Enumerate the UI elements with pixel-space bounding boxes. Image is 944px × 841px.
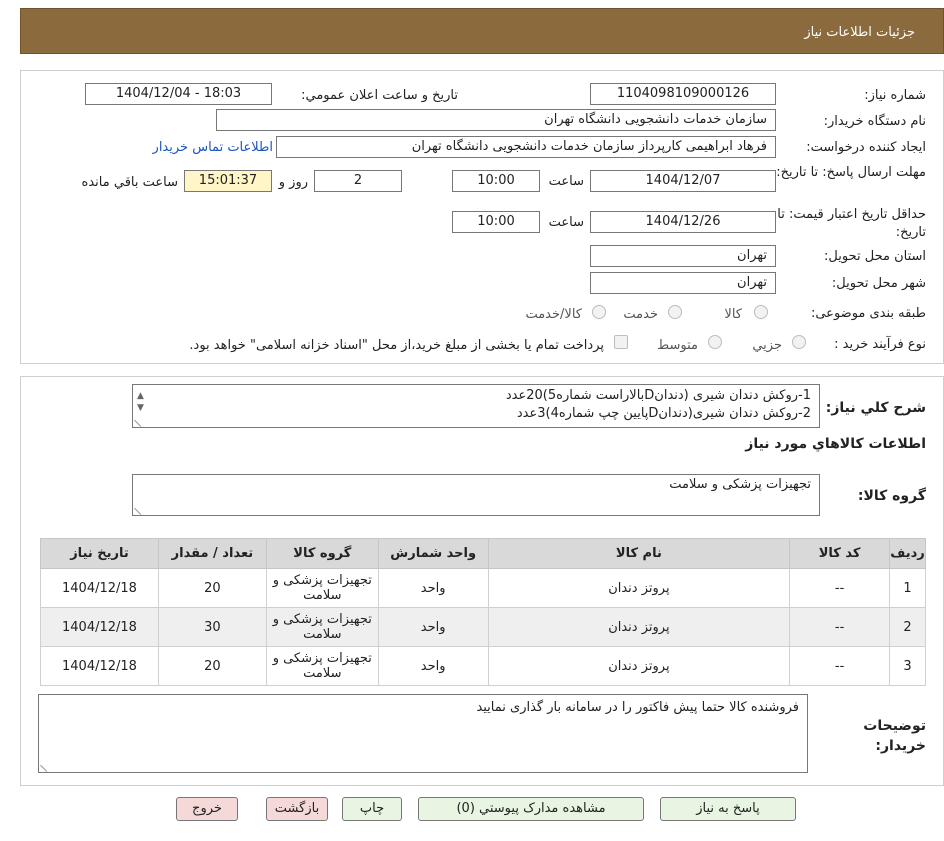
- cell-group: تجهیزات پزشکی و سلامت: [265, 607, 379, 647]
- items-table-wrap: رديف کد کالا نام کالا واحد شمارش گروه کا…: [40, 538, 926, 686]
- category-option-service: خدمت: [623, 307, 658, 322]
- city-label: شهر محل تحويل:: [831, 276, 926, 291]
- summary-line-1: 1-روکش دندان شیری (دندانDبالاراست شماره5…: [505, 388, 811, 403]
- cell-quantity: 20: [157, 646, 267, 686]
- col-code: کد کالا: [789, 538, 891, 569]
- category-option-goods: کالا: [724, 307, 742, 322]
- validity-time-label: ساعت: [548, 215, 584, 230]
- province-field: تهران: [590, 245, 776, 267]
- goods-group-value: تجهیزات پزشکی و سلامت: [669, 477, 811, 492]
- cell-unit: واحد: [377, 607, 489, 647]
- col-quantity: تعداد / مقدار: [157, 538, 267, 569]
- back-button[interactable]: بازگشت: [266, 797, 328, 821]
- table-row: 1 -- پروتز دندان واحد تجهیزات پزشکی و سل…: [40, 568, 926, 608]
- goods-group-label: گروه کالا:: [857, 488, 926, 504]
- table-row: 2 -- پروتز دندان واحد تجهیزات پزشکی و سل…: [40, 607, 926, 647]
- deadline-time-label: ساعت: [548, 174, 584, 189]
- reply-button[interactable]: پاسخ به نياز: [660, 797, 796, 821]
- cell-unit: واحد: [377, 568, 489, 608]
- province-label: استان محل تحويل:: [824, 249, 926, 264]
- requester-field: فرهاد ابراهیمی کارپرداز سازمان خدمات دان…: [276, 136, 776, 158]
- requester-label: ايجاد کننده درخواست:: [806, 140, 926, 155]
- cell-unit: واحد: [377, 646, 489, 686]
- remaining-label: ساعت باقي مانده: [81, 175, 178, 190]
- validity-date-field: 1404/12/26: [590, 211, 776, 233]
- buyer-org-field: سازمان خدمات دانشجویی دانشگاه تهران: [216, 109, 776, 131]
- city-field: تهران: [590, 272, 776, 294]
- print-button[interactable]: چاپ: [342, 797, 402, 821]
- process-option-medium: متوسط: [657, 338, 698, 353]
- cell-name: پروتز دندان: [487, 646, 791, 686]
- process-radio-minor[interactable]: [792, 335, 806, 349]
- col-row: رديف: [889, 538, 926, 569]
- cell-quantity: 30: [157, 607, 267, 647]
- cell-code: --: [789, 568, 891, 608]
- cell-date: 1404/12/18: [40, 646, 159, 686]
- view-attachments-button[interactable]: مشاهده مدارک پيوستي (0): [418, 797, 644, 821]
- days-label: روز و: [278, 175, 308, 190]
- deadline-label: مهلت ارسال پاسخ: تا تاريخ:: [776, 165, 926, 180]
- days-field: 2: [314, 170, 402, 192]
- cell-date: 1404/12/18: [40, 568, 159, 608]
- page-header: جزئيات اطلاعات نياز: [20, 8, 944, 54]
- cell-name: پروتز دندان: [487, 568, 791, 608]
- exit-button[interactable]: خروج: [176, 797, 238, 821]
- cell-row: 1: [889, 568, 926, 608]
- need-number-field: 1104098109000126: [590, 83, 776, 105]
- cell-group: تجهیزات پزشکی و سلامت: [265, 568, 379, 608]
- summary-label: شرح کلي نياز:: [825, 400, 926, 416]
- page-title: جزئيات اطلاعات نياز: [804, 25, 915, 40]
- validity-label: حداقل تاريخ اعتبار قيمت: تا تاريخ:: [777, 207, 926, 240]
- buyer-notes-value: فروشنده کالا حتما پیش فاکتور را در سامان…: [476, 700, 799, 715]
- summary-line-2: 2-روکش دندان شیری(دندانDپایین چپ شماره4)…: [516, 406, 811, 421]
- process-option-minor: جزيي: [752, 338, 782, 353]
- buyer-contact-link[interactable]: اطلاعات تماس خريدار: [153, 140, 273, 155]
- cell-date: 1404/12/18: [40, 607, 159, 647]
- validity-time-field: 10:00: [452, 211, 540, 233]
- category-radio-goods[interactable]: [754, 305, 768, 319]
- items-table: رديف کد کالا نام کالا واحد شمارش گروه کا…: [40, 538, 926, 686]
- cell-code: --: [789, 646, 891, 686]
- deadline-date-field: 1404/12/07: [590, 170, 776, 192]
- cell-row: 3: [889, 646, 926, 686]
- announce-label: تاريخ و ساعت اعلان عمومي:: [301, 88, 458, 103]
- col-unit: واحد شمارش: [377, 538, 489, 569]
- category-label: طبقه بندی موضوعی:: [810, 306, 926, 321]
- buyer-notes-label: توضيحات خريدار:: [863, 718, 926, 754]
- cell-row: 2: [889, 607, 926, 647]
- table-row: 3 -- پروتز دندان واحد تجهیزات پزشکی و سل…: [40, 646, 926, 686]
- col-name: نام کالا: [487, 538, 791, 569]
- cell-group: تجهیزات پزشکی و سلامت: [265, 646, 379, 686]
- category-radio-service[interactable]: [668, 305, 682, 319]
- col-date: تاريخ نياز: [40, 538, 159, 569]
- deadline-time-field: 10:00: [452, 170, 540, 192]
- buyer-notes-textarea[interactable]: فروشنده کالا حتما پیش فاکتور را در سامان…: [38, 694, 808, 773]
- cell-code: --: [789, 607, 891, 647]
- process-label: نوع فرآيند خريد :: [834, 337, 926, 352]
- category-option-goods-service: کالا/خدمت: [525, 307, 582, 322]
- table-header-row: رديف کد کالا نام کالا واحد شمارش گروه کا…: [40, 538, 926, 569]
- cell-name: پروتز دندان: [487, 607, 791, 647]
- col-group: گروه کالا: [265, 538, 379, 569]
- category-radio-goods-service[interactable]: [592, 305, 606, 319]
- goods-group-textarea[interactable]: تجهیزات پزشکی و سلامت: [132, 474, 820, 516]
- cell-quantity: 20: [157, 568, 267, 608]
- process-radio-medium[interactable]: [708, 335, 722, 349]
- treasury-payment-checkbox[interactable]: [614, 335, 628, 349]
- goods-info-title: اطلاعات کالاهاي مورد نياز: [745, 436, 926, 452]
- announce-field: 1404/12/04 - 18:03: [85, 83, 272, 105]
- remaining-time-field: 15:01:37: [184, 170, 272, 192]
- summary-textarea[interactable]: 1-روکش دندان شیری (دندانDبالاراست شماره5…: [132, 384, 820, 428]
- resize-grip-icon[interactable]: [40, 759, 53, 772]
- treasury-payment-note: پرداخت تمام يا بخشی از مبلغ خريد،از محل …: [189, 338, 604, 353]
- buyer-org-label: نام دستگاه خريدار:: [823, 114, 926, 129]
- resize-grip-icon[interactable]: [134, 502, 147, 515]
- need-number-label: شماره نياز:: [864, 88, 926, 103]
